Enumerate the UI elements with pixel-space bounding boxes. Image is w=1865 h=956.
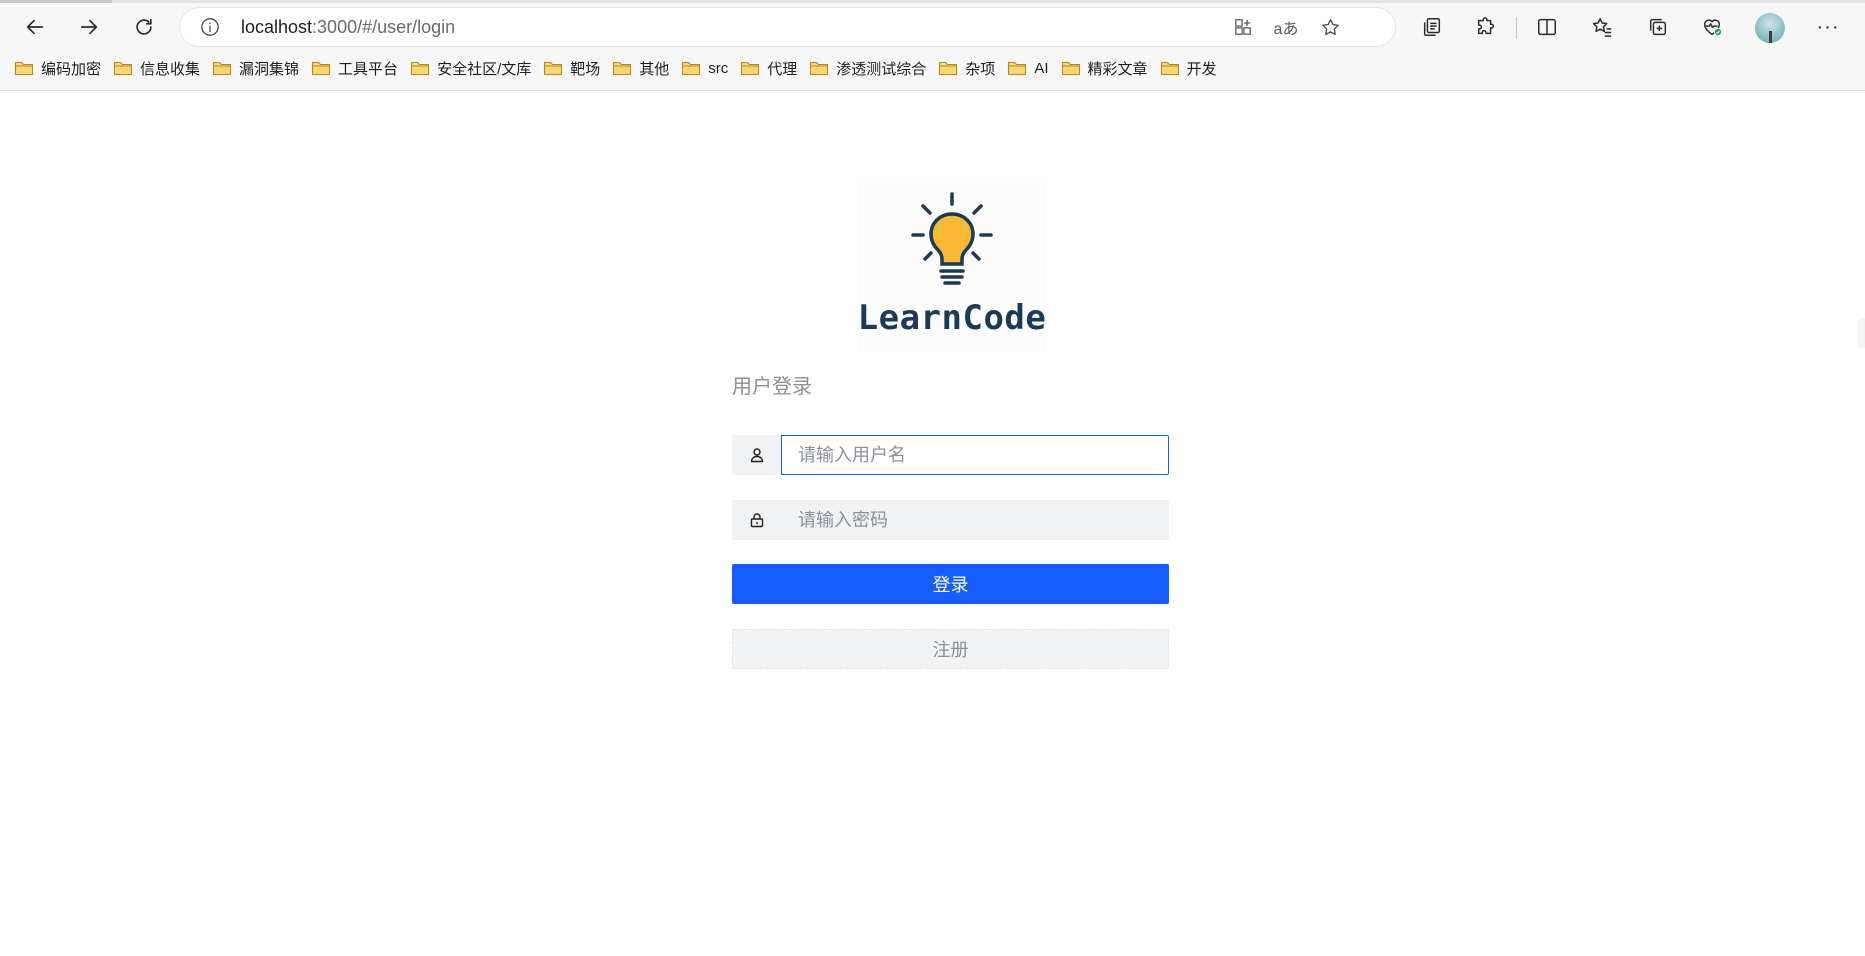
bookmark-label: 编码加密: [41, 60, 102, 78]
password-input[interactable]: [781, 500, 1169, 540]
bookmark-folder[interactable]: 开发: [1158, 54, 1224, 82]
toolbar-divider: [1516, 17, 1517, 39]
bookmark-folder[interactable]: 代理: [738, 54, 804, 82]
folder-icon: [1007, 60, 1027, 76]
split-screen-icon: [1538, 18, 1556, 36]
puzzle-icon: [1477, 17, 1495, 35]
favorites-button[interactable]: [1583, 8, 1621, 46]
folder-icon: [14, 60, 34, 76]
app-available-icon[interactable]: [1229, 14, 1257, 40]
bookmark-label: 靶场: [570, 60, 601, 78]
bookmark-label: AI: [1034, 59, 1049, 77]
login-title: 用户登录: [732, 376, 812, 398]
folder-icon: [410, 60, 430, 76]
profile-avatar[interactable]: [1755, 13, 1785, 43]
bookmark-folder[interactable]: 靶场: [541, 54, 607, 82]
folder-icon: [681, 60, 701, 76]
browser-chrome: localhost:3000/#/user/login aあ ··· 编码加密 …: [0, 0, 1865, 91]
folder-icon: [212, 60, 232, 76]
refresh-button[interactable]: [125, 8, 163, 46]
username-field: [732, 435, 1169, 475]
bookmark-label: src: [708, 59, 729, 77]
address-bar[interactable]: localhost:3000/#/user/login aあ: [180, 8, 1395, 46]
bookmark-folder[interactable]: src: [679, 54, 735, 82]
site-info-icon[interactable]: [199, 16, 221, 38]
bookmark-folder[interactable]: 其他: [610, 54, 676, 82]
login-page: LearnCode 用户登录 登录 注册: [0, 92, 1865, 956]
bookmark-label: 精彩文章: [1087, 60, 1148, 78]
bookmark-folder[interactable]: AI: [1005, 54, 1055, 82]
folder-icon: [1160, 60, 1180, 76]
bookmark-folder[interactable]: 漏洞集锦: [210, 54, 306, 82]
logo-text: LearnCode: [857, 298, 1047, 338]
browser-essentials-button[interactable]: [1693, 8, 1731, 46]
bookmark-folder[interactable]: 编码加密: [12, 54, 108, 82]
bookmark-folder[interactable]: 渗透测试综合: [807, 54, 933, 82]
bookmark-label: 信息收集: [140, 60, 201, 78]
folder-icon: [113, 60, 133, 76]
lightbulb-icon: [911, 192, 993, 285]
username-input[interactable]: [781, 435, 1169, 475]
bookmark-label: 代理: [767, 60, 798, 78]
back-button[interactable]: [16, 8, 54, 46]
folder-icon: [612, 60, 632, 76]
url-host: localhost: [241, 17, 313, 37]
workspaces-button[interactable]: [1413, 8, 1451, 46]
arrow-left-icon: [26, 19, 44, 35]
url-text[interactable]: localhost:3000/#/user/login: [241, 17, 455, 38]
collections-button[interactable]: [1639, 8, 1677, 46]
bookmark-label: 杂项: [965, 60, 996, 78]
heart-pulse-icon: [1703, 19, 1723, 37]
sidebar-edge-handle[interactable]: [1858, 318, 1865, 348]
bookmark-folder[interactable]: 杂项: [936, 54, 1002, 82]
folder-icon: [740, 60, 760, 76]
folder-icon: [938, 60, 958, 76]
bookmark-folder[interactable]: 工具平台: [309, 54, 405, 82]
bookmark-label: 开发: [1186, 60, 1217, 78]
tab-strip: [0, 0, 1865, 3]
arrow-right-icon: [80, 19, 98, 35]
bookmark-label: 安全社区/文库: [437, 60, 532, 78]
collections-icon: [1649, 18, 1667, 36]
bookmark-label: 渗透测试综合: [836, 60, 927, 78]
url-path: :3000/#/user/login: [312, 17, 456, 37]
bookmark-label: 其他: [639, 60, 670, 78]
learncode-logo: LearnCode: [857, 182, 1047, 352]
refresh-icon: [136, 18, 152, 35]
more-menu-button[interactable]: ···: [1809, 8, 1847, 46]
folder-icon: [1061, 60, 1081, 76]
bookmark-folder[interactable]: 安全社区/文库: [408, 54, 538, 82]
favorite-star-icon[interactable]: [1316, 14, 1344, 40]
folder-icon: [543, 60, 563, 76]
split-screen-button[interactable]: [1528, 8, 1566, 46]
extensions-button[interactable]: [1467, 8, 1505, 46]
bookmarks-bar: 编码加密 信息收集 漏洞集锦 工具平台 安全社区/文库 靶场 其他 src 代理 渗透测试综合 杂项…: [0, 52, 1865, 84]
read-aloud-icon[interactable]: aあ: [1272, 14, 1300, 40]
login-button[interactable]: 登录: [732, 564, 1169, 604]
bookmark-label: 漏洞集锦: [239, 60, 300, 78]
lock-icon: [732, 500, 781, 540]
user-icon: [732, 435, 781, 475]
password-field: [732, 500, 1169, 540]
browser-toolbar: localhost:3000/#/user/login aあ ···: [0, 4, 1865, 50]
active-tab-indicator[interactable]: [0, 0, 112, 3]
bookmark-label: 工具平台: [338, 60, 399, 78]
bookmark-folder[interactable]: 精彩文章: [1059, 54, 1155, 82]
bookmark-folder[interactable]: 信息收集: [111, 54, 207, 82]
workspaces-icon: [1423, 18, 1441, 36]
folder-icon: [311, 60, 331, 76]
favorites-list-icon: [1592, 18, 1612, 37]
folder-icon: [809, 60, 829, 76]
forward-button[interactable]: [70, 8, 108, 46]
register-button[interactable]: 注册: [732, 629, 1169, 669]
